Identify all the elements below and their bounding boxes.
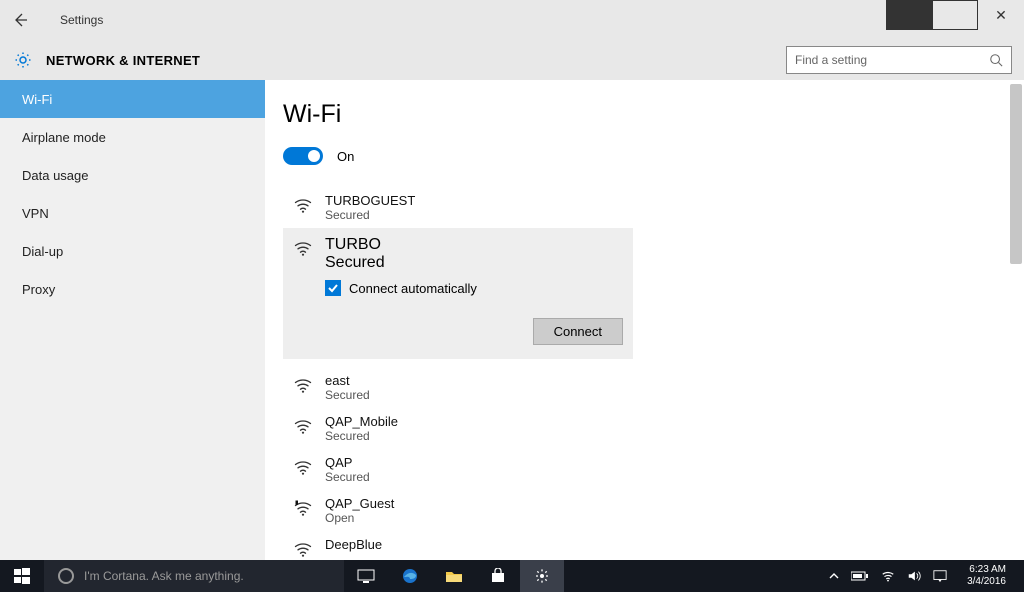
cortana-placeholder: I'm Cortana. Ask me anything. [84,569,244,583]
wifi-secured-icon [293,416,313,436]
sidebar: Wi-Fi Airplane mode Data usage VPN Dial-… [0,80,265,560]
network-security: Secured [325,429,398,443]
network-name: TURBOGUEST [325,193,415,208]
wifi-toggle[interactable] [283,147,323,165]
sidebar-item-airplane-mode[interactable]: Airplane mode [0,118,265,156]
toggle-knob [308,150,320,162]
volume-icon[interactable] [907,569,921,583]
taskbar: I'm Cortana. Ask me anything. 6:23 AM 3/… [0,560,1024,592]
sidebar-item-label: Data usage [22,168,89,183]
network-item[interactable]: DeepBlue [283,531,633,560]
task-view-icon [357,569,375,583]
window-title: Settings [60,13,103,27]
page-title: Wi-Fi [283,100,1014,129]
taskbar-app-file-explorer[interactable] [432,560,476,592]
sidebar-item-dial-up[interactable]: Dial-up [0,232,265,270]
back-button[interactable] [0,0,40,40]
wifi-secured-icon [293,539,313,559]
tray-chevron-up-icon[interactable] [829,571,839,581]
category-title: NETWORK & INTERNET [46,53,200,68]
maximize-icon [932,0,978,30]
edge-icon [401,567,419,585]
sidebar-item-label: Dial-up [22,244,63,259]
start-button[interactable] [0,560,44,592]
settings-header: NETWORK & INTERNET Find a setting [0,40,1024,80]
sidebar-item-wifi[interactable]: Wi-Fi [0,80,265,118]
battery-icon[interactable] [851,570,869,582]
network-item[interactable]: QAP_Guest Open [283,490,633,531]
network-name: QAP_Mobile [325,414,398,429]
network-item[interactable]: QAP Secured [283,449,633,490]
taskbar-clock[interactable]: 6:23 AM 3/4/2016 [959,564,1014,588]
folder-icon [445,569,463,583]
wifi-secured-icon [293,375,313,395]
sidebar-item-data-usage[interactable]: Data usage [0,156,265,194]
network-security: Secured [325,254,385,272]
network-item[interactable]: TURBOGUEST Secured [283,187,633,228]
settings-gear-icon [0,51,46,69]
network-name: QAP_Guest [325,496,394,511]
network-security: Secured [325,388,370,402]
minimize-button[interactable] [886,0,932,30]
wifi-open-warning-icon [293,498,313,518]
clock-time: 6:23 AM [967,564,1006,576]
network-item-expanded[interactable]: TURBO Secured Connect automatically Conn… [283,228,633,359]
sidebar-item-label: Airplane mode [22,130,106,145]
close-icon: ✕ [995,7,1007,24]
search-input[interactable]: Find a setting [786,46,1012,74]
connect-automatically-checkbox[interactable] [325,280,341,296]
clock-date: 3/4/2016 [967,576,1006,588]
connect-button[interactable]: Connect [533,318,623,345]
close-button[interactable]: ✕ [978,0,1024,30]
taskbar-app-edge[interactable] [388,560,432,592]
network-item[interactable]: east Secured [283,367,633,408]
network-name: TURBO [325,236,385,254]
content-pane: Wi-Fi On TURBOGUEST Secured [265,80,1024,560]
wifi-tray-icon[interactable] [881,569,895,583]
gear-icon [534,568,550,584]
search-icon [989,53,1003,67]
wifi-secured-icon [293,195,313,215]
connect-button-label: Connect [554,324,602,339]
scrollbar-thumb[interactable] [1010,84,1022,264]
cortana-search[interactable]: I'm Cortana. Ask me anything. [44,560,344,592]
cortana-ring-icon [58,568,74,584]
taskbar-app-settings[interactable] [520,560,564,592]
taskbar-app-store[interactable] [476,560,520,592]
sidebar-item-label: VPN [22,206,49,221]
back-arrow-icon [12,12,28,28]
main-area: Wi-Fi Airplane mode Data usage VPN Dial-… [0,80,1024,560]
sidebar-item-label: Proxy [22,282,55,297]
network-name: east [325,373,370,388]
wifi-secured-icon [293,238,313,258]
search-placeholder: Find a setting [795,53,867,67]
sidebar-item-proxy[interactable]: Proxy [0,270,265,308]
task-view-button[interactable] [344,560,388,592]
store-icon [490,568,506,584]
action-center-icon[interactable] [933,569,947,583]
titlebar: Settings ✕ [0,0,1024,40]
network-security: Secured [325,470,370,484]
network-name: QAP [325,455,370,470]
check-icon [327,282,339,294]
minimize-icon [886,0,932,30]
sidebar-item-vpn[interactable]: VPN [0,194,265,232]
connect-automatically-label: Connect automatically [349,281,477,296]
wifi-secured-icon [293,457,313,477]
network-security: Secured [325,208,415,222]
sidebar-item-label: Wi-Fi [22,92,52,107]
network-item[interactable]: QAP_Mobile Secured [283,408,633,449]
maximize-button[interactable] [932,0,978,30]
windows-logo-icon [14,568,30,584]
wifi-toggle-label: On [337,149,354,164]
system-tray: 6:23 AM 3/4/2016 [819,564,1024,588]
network-name: DeepBlue [325,537,382,552]
network-security: Open [325,511,394,525]
